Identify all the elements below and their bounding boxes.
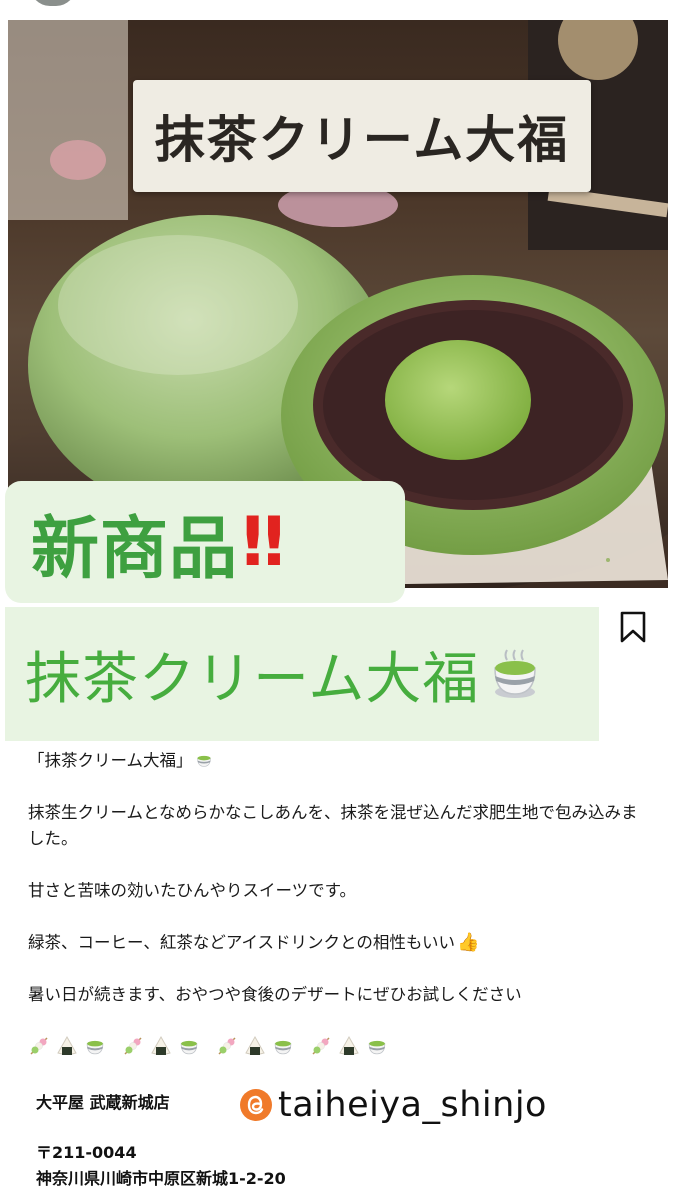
threads-icon [240, 1089, 272, 1121]
bookmark-icon[interactable] [618, 610, 648, 644]
caption-title: 「抹茶クリーム大福」 [28, 751, 193, 770]
avatar[interactable] [30, 0, 76, 6]
shop-address: 神奈川県川崎市中原区新城1-2-20 [36, 1169, 286, 1188]
thumbs-up-icon: 👍 [457, 932, 480, 953]
green-tea-icon [180, 1040, 198, 1055]
caption-line-1: 抹茶生クリームとなめらかなこしあんを、抹茶を混ぜ込んだ求肥生地で包み込みました。 [28, 803, 638, 848]
caption-line-2: 甘さと苦味の効いたひんやりスイーツです。 [28, 881, 357, 900]
onigiri-icon [57, 1035, 77, 1055]
product-name-box: 抹茶クリーム大福 [5, 607, 599, 741]
caption-line-3: 緑茶、コーヒー、紅茶などアイスドリンクとの相性もいい [28, 933, 456, 952]
caption-title-line: 「抹茶クリーム大福」 [28, 748, 648, 774]
shop-name: 大平屋 武蔵新城店 [36, 1093, 170, 1112]
new-product-badge: 新商品 ‼ [5, 481, 405, 603]
green-tea-icon [494, 649, 537, 698]
image-title: 抹茶クリーム大福 [154, 110, 570, 169]
threads-link[interactable]: taiheiya_shinjo [238, 1085, 547, 1125]
dango-icon [124, 1037, 142, 1055]
green-tea-icon [86, 1040, 104, 1055]
double-exclamation-icon: ‼ [242, 502, 286, 582]
new-product-text: 新商品 [31, 509, 239, 589]
postal-code: 〒211-0044 [36, 1143, 137, 1162]
dango-icon [218, 1037, 236, 1055]
onigiri-icon [151, 1035, 171, 1055]
dango-icon [312, 1037, 330, 1055]
threads-handle: taiheiya_shinjo [278, 1085, 547, 1125]
onigiri-icon [245, 1035, 265, 1055]
product-name: 抹茶クリーム大福 [25, 646, 480, 712]
green-tea-icon [196, 755, 211, 767]
emoji-row [28, 1035, 388, 1057]
top-strip [0, 0, 675, 20]
green-tea-icon [274, 1040, 292, 1055]
green-tea-icon [368, 1040, 386, 1055]
image-title-banner: 抹茶クリーム大福 [133, 80, 591, 192]
dango-icon [30, 1037, 48, 1055]
caption-line-4: 暑い日が続きます、おやつや食後のデザートにぜひお試しください [28, 985, 522, 1004]
post-caption: 「抹茶クリーム大福」 抹茶生クリームとなめらかなこしあんを、抹茶を混ぜ込んだ求肥… [28, 748, 648, 1008]
onigiri-icon [339, 1035, 359, 1055]
caption-line-3-wrap: 緑茶、コーヒー、紅茶などアイスドリンクとの相性もいい 👍 [28, 930, 648, 956]
